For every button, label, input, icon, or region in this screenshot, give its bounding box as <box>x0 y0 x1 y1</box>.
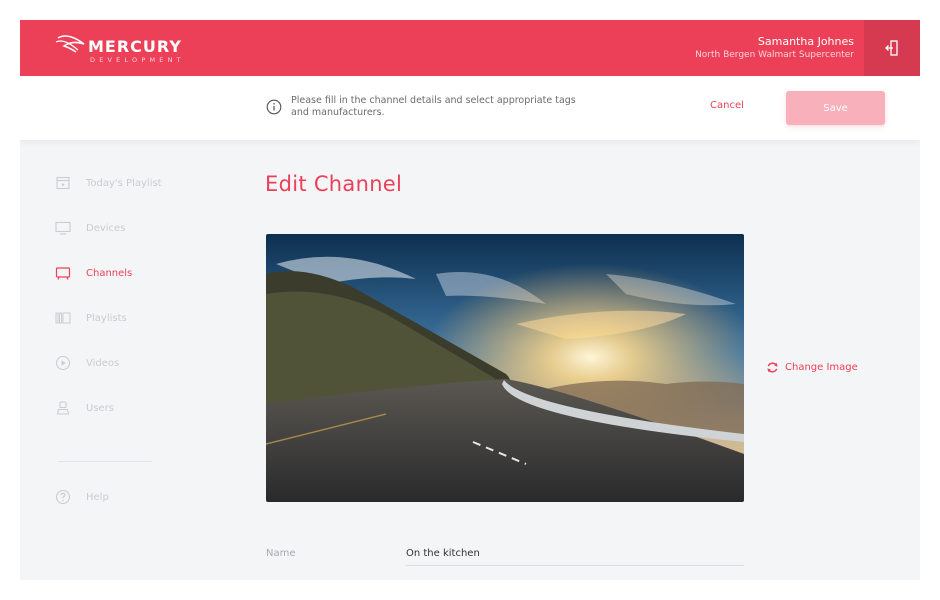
sidebar-item-devices[interactable]: Devices <box>54 218 125 238</box>
play-circle-icon <box>55 355 71 371</box>
top-bar: MERCURY DEVELOPMENT Samantha Johnes Nort… <box>20 20 920 76</box>
info-message: Please fill in the channel details and s… <box>291 95 621 119</box>
name-label: Name <box>266 548 296 559</box>
user-info: Samantha Johnes North Bergen Walmart Sup… <box>695 35 854 62</box>
brand-tagline: DEVELOPMENT <box>90 56 185 64</box>
sidebar-divider <box>58 461 152 462</box>
sidebar-item-playlists[interactable]: Playlists <box>54 308 127 328</box>
logout-icon <box>885 40 898 56</box>
mercury-logo: MERCURY DEVELOPMENT <box>55 35 185 64</box>
landscape-photo <box>266 234 744 502</box>
save-button[interactable]: Save <box>786 91 885 125</box>
sidebar-item-label: Videos <box>86 357 120 369</box>
sidebar: Today's Playlist Devices Channels Playli… <box>20 140 220 580</box>
info-icon <box>266 99 282 115</box>
channel-image <box>266 234 744 502</box>
sidebar-item-label: Users <box>86 402 115 414</box>
sidebar-item-todays-playlist[interactable]: Today's Playlist <box>54 173 162 193</box>
sidebar-item-label: Devices <box>86 222 126 234</box>
page-title: Edit Channel <box>265 172 403 196</box>
user-icon <box>56 401 70 415</box>
refresh-icon <box>767 362 778 373</box>
sidebar-item-videos[interactable]: Videos <box>54 353 119 373</box>
change-image-button[interactable]: Change Image <box>766 361 858 374</box>
action-bar: Please fill in the channel details and s… <box>20 76 920 140</box>
user-store: North Bergen Walmart Supercenter <box>695 50 854 60</box>
calendar-icon <box>56 176 70 190</box>
info-message-line1: Please fill in the channel details and s… <box>291 95 576 106</box>
sidebar-item-users[interactable]: Users <box>54 398 114 418</box>
brand-name: MERCURY <box>88 37 182 56</box>
sidebar-item-label: Channels <box>86 267 133 279</box>
logout-button[interactable] <box>864 20 920 76</box>
sidebar-item-label: Playlists <box>86 312 127 324</box>
app-frame: MERCURY DEVELOPMENT Samantha Johnes Nort… <box>20 20 920 580</box>
sidebar-item-help[interactable]: Help <box>54 487 109 507</box>
change-image-label: Change Image <box>785 362 858 373</box>
user-name: Samantha Johnes <box>757 35 854 48</box>
sidebar-help-label: Help <box>86 491 109 503</box>
cancel-button[interactable]: Cancel <box>710 100 744 111</box>
tv-icon <box>55 267 71 280</box>
sidebar-item-channels[interactable]: Channels <box>54 263 132 283</box>
playlist-icon <box>55 312 71 324</box>
help-icon <box>55 489 71 505</box>
sidebar-item-label: Today's Playlist <box>86 177 162 189</box>
info-message-line2: and manufacturers. <box>291 107 385 118</box>
channel-name-input[interactable] <box>406 542 744 566</box>
monitor-icon <box>55 221 71 235</box>
